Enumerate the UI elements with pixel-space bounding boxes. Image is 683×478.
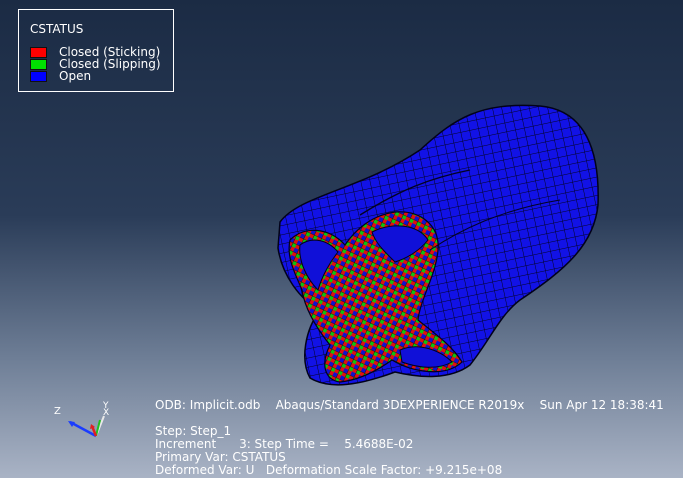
- swatch-green: [30, 58, 47, 70]
- legend-label: Open: [59, 69, 92, 83]
- triad-x-label: X: [103, 408, 109, 418]
- swatch-blue: [30, 70, 47, 82]
- axis-triad-icon: Z Y X: [54, 401, 109, 438]
- swatch-red: [30, 46, 47, 58]
- legend-title: CSTATUS: [30, 22, 84, 36]
- model-viewport[interactable]: CSTATUS Closed (Sticking) Closed (Slippi…: [0, 0, 683, 478]
- odb-info-line: ODB: Implicit.odb Abaqus/Standard 3DEXPE…: [155, 398, 664, 412]
- legend: CSTATUS Closed (Sticking) Closed (Slippi…: [18, 9, 174, 92]
- legend-item-open: Open: [30, 70, 91, 82]
- triad-z-label: Z: [54, 406, 61, 417]
- deformed-var-label: Deformed Var: U Deformation Scale Factor…: [155, 463, 503, 477]
- legend-item-slipping: Closed (Slipping): [30, 58, 161, 70]
